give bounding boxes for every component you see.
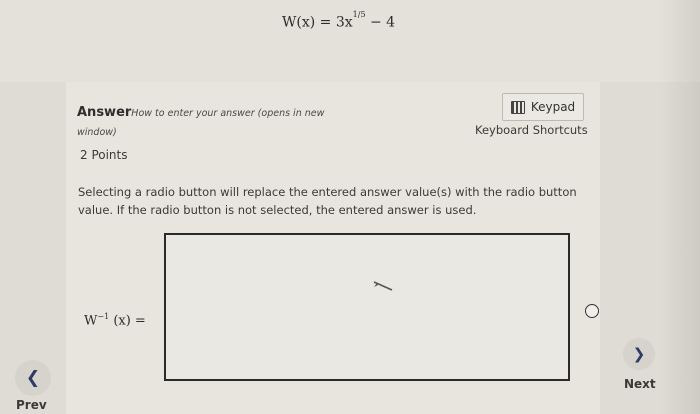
label-exponent: −1 bbox=[97, 312, 110, 321]
answer-title: Answer bbox=[77, 105, 132, 120]
answer-field-label: W−1 (x) = bbox=[84, 312, 146, 328]
chevron-right-icon: ❯ bbox=[632, 345, 646, 363]
label-base: W bbox=[84, 313, 98, 329]
keypad-label: Keypad bbox=[530, 100, 576, 114]
pencil-cursor-icon bbox=[373, 281, 393, 291]
next-label[interactable]: Next bbox=[624, 377, 656, 391]
formula-exponent: 1/5 bbox=[352, 10, 366, 19]
label-tail: (x) = bbox=[113, 313, 146, 329]
keypad-icon bbox=[510, 100, 525, 114]
keyboard-shortcuts-link[interactable]: Keyboard Shortcuts bbox=[475, 123, 588, 137]
edge-shadow bbox=[660, 0, 700, 414]
points-label: 2 Points bbox=[80, 148, 128, 162]
keypad-button[interactable]: Keypad bbox=[502, 93, 584, 121]
answer-radio-button[interactable] bbox=[585, 304, 599, 318]
instructions-text: Selecting a radio button will replace th… bbox=[78, 185, 577, 217]
prev-button[interactable]: ❮ bbox=[15, 360, 51, 396]
prev-label[interactable]: Prev bbox=[16, 398, 47, 412]
question-formula: W(x) = 3x1/5 − 4 bbox=[282, 10, 396, 31]
answer-input[interactable] bbox=[164, 233, 570, 381]
question-header bbox=[0, 0, 700, 82]
chevron-left-icon: ❮ bbox=[25, 368, 41, 388]
answer-header: AnswerHow to enter your answer (opens in… bbox=[77, 101, 347, 139]
next-button[interactable]: ❯ bbox=[623, 338, 655, 370]
formula-tail: − 4 bbox=[369, 14, 396, 31]
formula-main: W(x) = 3x bbox=[282, 14, 353, 31]
